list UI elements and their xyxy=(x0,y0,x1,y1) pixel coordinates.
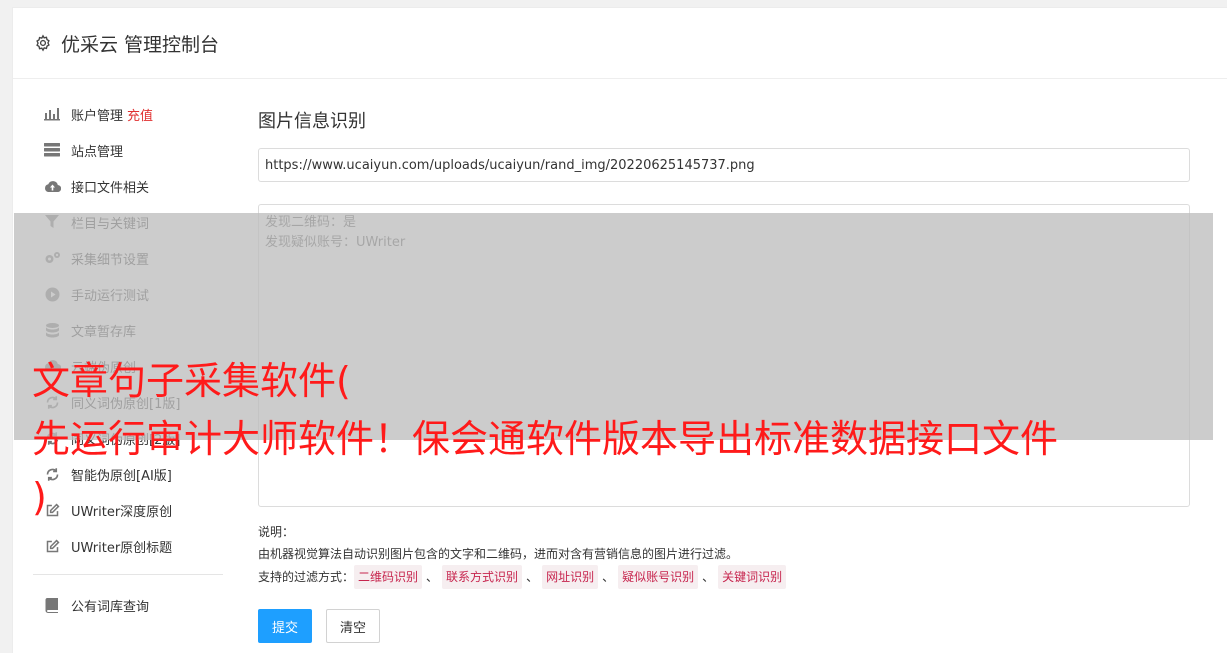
description-text: 由机器视觉算法自动识别图片包含的文字和二维码，进而对含有营销信息的图片进行过滤。 xyxy=(258,547,739,561)
filter-separator: 、 xyxy=(426,570,439,584)
sidebar-item-uwriter-title[interactable]: UWriter原创标题 xyxy=(33,528,223,564)
database-icon xyxy=(43,321,61,339)
sidebar-item-article-storage[interactable]: 文章暂存库 xyxy=(33,312,223,348)
sidebar-item-label: 同义词伪原创[1版] xyxy=(71,396,181,412)
console-card: 优采云 管理控制台 账户管理 充值 站点管理 接口文件相关 栏目与关键词 采集细… xyxy=(12,7,1227,653)
sidebar-item-label: 文章暂存库 xyxy=(71,324,137,340)
filter-icon xyxy=(43,213,61,231)
sidebar-item-uwriter-deep[interactable]: UWriter深度原创 xyxy=(33,492,223,528)
play-circle-icon xyxy=(43,285,61,303)
filter-tag: 关键词识别 xyxy=(718,565,787,589)
sidebar-item-synonym-rewrite-v1[interactable]: 同义词伪原创[1版] xyxy=(33,384,223,420)
action-buttons: 提交 清空 xyxy=(258,609,1188,643)
refresh-icon xyxy=(43,465,61,483)
page: 优采云 管理控制台 账户管理 充值 站点管理 接口文件相关 栏目与关键词 采集细… xyxy=(0,0,1227,653)
sidebar-item-sites[interactable]: 站点管理 xyxy=(33,132,223,168)
refresh-icon xyxy=(43,429,61,447)
submit-button[interactable]: 提交 xyxy=(258,609,313,643)
gears-icon xyxy=(43,249,61,267)
edit-icon xyxy=(43,501,61,519)
sidebar-item-columns-keywords[interactable]: 栏目与关键词 xyxy=(33,204,223,240)
sidebar-item-label: 同义词伪原创[2版] xyxy=(71,432,181,448)
sidebar-item-label: 手动运行测试 xyxy=(71,288,150,304)
section-title: 图片信息识别 xyxy=(258,111,366,132)
sidebar-item-label: 云端伪原创 xyxy=(71,360,137,376)
sidebar-item-synonym-rewrite-v2[interactable]: 同义词伪原创[2版] xyxy=(33,420,223,456)
edit-icon xyxy=(43,537,61,555)
filter-label: 支持的过滤方式： xyxy=(258,570,355,584)
filter-methods: 支持的过滤方式： 二维码识别 、 联系方式识别 、 网址识别 、 疑似账号识别 … xyxy=(258,565,1188,589)
cloud-upload-icon xyxy=(43,177,61,195)
description-title: 说明： xyxy=(258,525,295,539)
book-icon xyxy=(43,596,61,614)
page-title: 优采云 管理控制台 xyxy=(61,33,220,56)
filter-separator: 、 xyxy=(526,570,539,584)
filter-tag: 网址识别 xyxy=(542,565,599,589)
image-url-input[interactable] xyxy=(258,148,1190,182)
sidebar-item-interface-files[interactable]: 接口文件相关 xyxy=(33,168,223,204)
sidebar-item-label: 账户管理 xyxy=(71,108,124,124)
sidebar-item-label: 公有词库查询 xyxy=(71,599,150,615)
sidebar-item-label: UWriter原创标题 xyxy=(71,540,173,556)
sidebar-item-label: 站点管理 xyxy=(71,144,124,160)
refresh-icon xyxy=(43,393,61,411)
sidebar-item-label: UWriter深度原创 xyxy=(71,504,173,520)
sidebar-item-cloud-rewrite[interactable]: 云端伪原创 xyxy=(33,348,223,384)
main-content: 图片信息识别 发现二维码：是 发现疑似账号：UWriter 说明： 由机器视觉算… xyxy=(258,108,1190,643)
description: 说明： 由机器视觉算法自动识别图片包含的文字和二维码，进而对含有营销信息的图片进… xyxy=(258,521,1188,589)
filter-tag: 疑似账号识别 xyxy=(618,565,699,589)
filter-separator: 、 xyxy=(602,570,615,584)
sidebar-item-label: 接口文件相关 xyxy=(71,180,150,196)
cloud-icon xyxy=(43,357,61,375)
sidebar-item-label: 采集细节设置 xyxy=(71,252,150,268)
sidebar-item-manual-run[interactable]: 手动运行测试 xyxy=(33,276,223,312)
sidebar-divider xyxy=(33,574,223,575)
result-line: 发现疑似账号：UWriter xyxy=(265,235,406,250)
filter-tag: 联系方式识别 xyxy=(442,565,523,589)
server-icon xyxy=(43,141,61,159)
clear-button[interactable]: 清空 xyxy=(326,609,381,643)
sidebar-item-account[interactable]: 账户管理 充值 xyxy=(33,96,223,132)
result-line: 发现二维码：是 xyxy=(265,215,357,230)
sidebar-item-collect-settings[interactable]: 采集细节设置 xyxy=(33,240,223,276)
recharge-link[interactable]: 充值 xyxy=(127,105,153,124)
sidebar-item-label: 智能伪原创[AI版] xyxy=(71,468,172,484)
filter-separator: 、 xyxy=(702,570,715,584)
sidebar-item-ai-rewrite[interactable]: 智能伪原创[AI版] xyxy=(33,456,223,492)
sidebar-item-public-lexicon[interactable]: 公有词库查询 xyxy=(33,587,223,623)
sidebar-item-label: 栏目与关键词 xyxy=(71,216,150,232)
bar-chart-icon xyxy=(43,105,61,123)
filter-tag: 二维码识别 xyxy=(354,565,423,589)
sidebar: 账户管理 充值 站点管理 接口文件相关 栏目与关键词 采集细节设置 手动运行测试… xyxy=(33,96,223,623)
result-textarea[interactable]: 发现二维码：是 发现疑似账号：UWriter xyxy=(258,204,1190,507)
gear-icon xyxy=(33,33,53,53)
header: 优采云 管理控制台 xyxy=(13,8,1227,79)
